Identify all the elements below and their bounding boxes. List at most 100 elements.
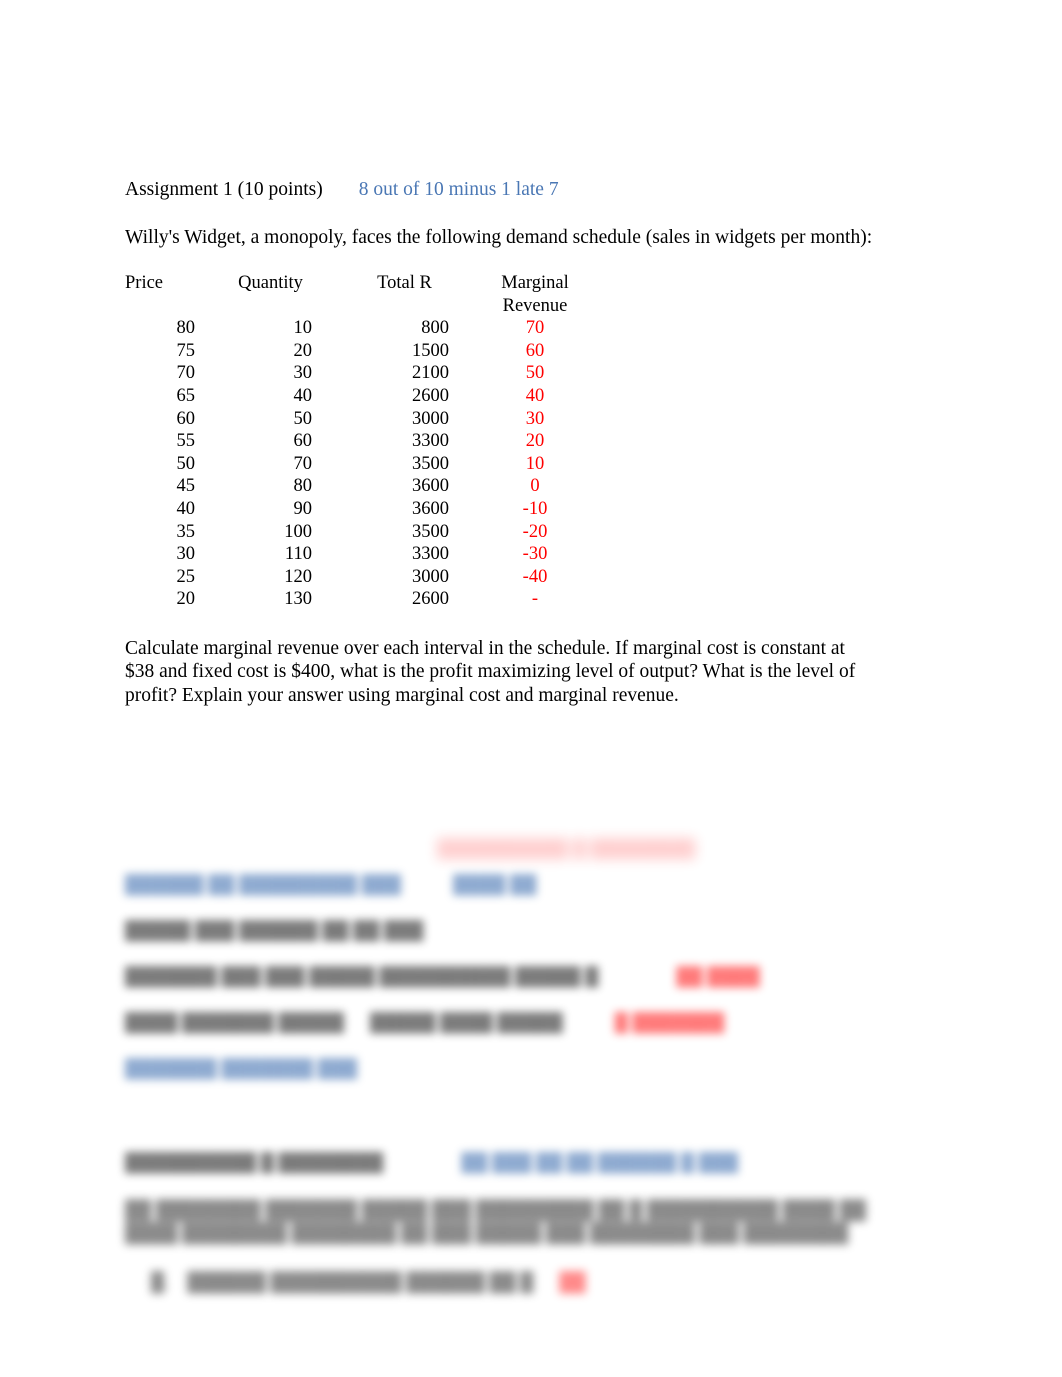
cell-quantity: 30 <box>293 363 313 384</box>
intro-paragraph: Willy's Widget, a monopoly, faces the fo… <box>125 227 873 248</box>
cell-marginal-revenue: 20 <box>525 431 545 452</box>
table-row: 60 50 3000 30 <box>125 408 595 431</box>
cell-price: 50 <box>176 453 196 474</box>
obscured-line-smudge: ██████████ █ ████████ <box>125 838 955 860</box>
cell-marginal-revenue: 30 <box>525 408 545 429</box>
cell-price: 75 <box>176 340 196 361</box>
cell-total-revenue: 3000 <box>412 566 449 587</box>
page-title: Assignment 1 (10 points) <box>125 179 323 200</box>
obscured-line-6: ██████████ █ ████████ ██ ███ ██ ██ ██████… <box>125 1152 955 1174</box>
table-row: 20 130 2600 - <box>125 588 595 611</box>
cell-marginal-revenue: 0 <box>530 476 540 497</box>
cell-total-revenue: 3600 <box>412 476 449 497</box>
cell-quantity: 110 <box>284 544 312 565</box>
column-header-total-revenue: Total R <box>377 273 432 293</box>
cell-quantity: 120 <box>284 566 312 587</box>
cell-quantity: 70 <box>293 453 313 474</box>
table-row: 35 100 3500 -20 <box>125 521 595 544</box>
obscured-text-red: ██ ████ <box>676 967 760 987</box>
obscured-text-black: █████ ███ ██████ ██ ██ ███ <box>125 921 424 941</box>
cell-marginal-revenue: -10 <box>522 498 548 519</box>
obscured-line-2: █████ ███ ██████ ██ ██ ███ <box>125 920 955 942</box>
cell-total-revenue: 1500 <box>412 340 449 361</box>
cell-total-revenue: 3300 <box>412 431 449 452</box>
cell-price: 35 <box>176 521 196 542</box>
cell-marginal-revenue: -30 <box>522 544 548 565</box>
cell-total-revenue: 2100 <box>412 363 449 384</box>
obscured-list-item: █. ██████ ██████████ ██████ ██ █ ██ <box>125 1272 955 1295</box>
cell-quantity: 90 <box>293 498 313 519</box>
table-row: 75 20 1500 60 <box>125 340 595 363</box>
table-row: 65 40 2600 40 <box>125 385 595 408</box>
obscured-region: ██████████ █ ████████ ██████ ██ ████████… <box>125 838 955 1295</box>
demand-schedule-table: Price Quantity Total R Marginal Revenue … <box>125 272 595 611</box>
table-row: 25 120 3000 -40 <box>125 566 595 589</box>
cell-marginal-revenue: -40 <box>522 566 548 587</box>
cell-marginal-revenue: 60 <box>525 340 545 361</box>
cell-price: 40 <box>176 498 196 519</box>
obscured-line-5: ███████ ███████ ███ <box>125 1058 955 1080</box>
cell-quantity: 60 <box>293 431 313 452</box>
document-page: Assignment 1 (10 points) 8 out of 10 minu… <box>0 0 1062 1377</box>
column-header-price: Price <box>125 273 164 293</box>
cell-total-revenue: 3500 <box>412 453 449 474</box>
obscured-line-4: ████ ███████ █████ █████ ████ █████ █ ████… <box>125 1012 955 1034</box>
obscured-text-blue: ██ ███ ██ ██ ██████ █ ███ <box>461 1153 739 1173</box>
cell-price: 60 <box>176 408 196 429</box>
cell-price: 20 <box>176 589 196 610</box>
cell-total-revenue: 3300 <box>412 544 449 565</box>
obscured-text-blue: ██████ ██ █████████ ███ <box>125 875 402 895</box>
cell-total-revenue: 2600 <box>412 385 449 406</box>
cell-quantity: 130 <box>284 589 312 610</box>
document-content: Assignment 1 (10 points) 8 out of 10 minu… <box>125 178 937 707</box>
obscured-text-red: █ ███████ <box>614 1013 725 1033</box>
obscured-smudge-text: ██████████ █ ████████ <box>437 839 696 859</box>
cell-price: 70 <box>176 363 196 384</box>
cell-total-revenue: 3500 <box>412 521 449 542</box>
cell-quantity: 20 <box>293 340 313 361</box>
grade-annotation: 8 out of 10 minus 1 late 7 <box>358 179 559 200</box>
cell-price: 45 <box>176 476 196 497</box>
table-row: 70 30 2100 50 <box>125 362 595 385</box>
table-row: 80 10 800 70 <box>125 317 595 340</box>
obscured-text-black: ███████ ███ ███ █████ ██████████ █████ █ <box>125 967 599 987</box>
cell-price: 65 <box>176 385 196 406</box>
cell-quantity: 50 <box>293 408 313 429</box>
cell-total-revenue: 3600 <box>412 498 449 519</box>
table-header-row: Price Quantity Total R Marginal Revenue <box>125 272 595 317</box>
cell-total-revenue: 3000 <box>412 408 449 429</box>
obscured-line-1: ██████ ██ █████████ ███ ████ ██ <box>125 874 955 896</box>
cell-price: 80 <box>176 318 196 339</box>
obscured-text-black-a: ████ ███████ █████ <box>125 1013 344 1033</box>
assignment-heading: Assignment 1 (10 points) 8 out of 10 minu… <box>125 178 937 202</box>
cell-marginal-revenue: 50 <box>525 363 545 384</box>
table-row: 40 90 3600 -10 <box>125 498 595 521</box>
table-row: 45 80 3600 0 <box>125 475 595 498</box>
table-row: 30 110 3300 -30 <box>125 543 595 566</box>
cell-price: 25 <box>176 566 196 587</box>
obscured-text-blue-tail: ████ ██ <box>453 875 537 895</box>
cell-quantity: 10 <box>293 318 313 339</box>
cell-quantity: 40 <box>293 385 313 406</box>
obscured-line-3: ███████ ███ ███ █████ ██████████ █████ █… <box>125 966 955 988</box>
obscured-list-item-answer: ██ <box>559 1273 586 1293</box>
table-row: 50 70 3500 10 <box>125 453 595 476</box>
cell-total-revenue: 2600 <box>412 589 449 610</box>
cell-quantity: 80 <box>293 476 313 497</box>
cell-marginal-revenue: 70 <box>525 318 545 339</box>
cell-marginal-revenue: -20 <box>522 521 548 542</box>
obscured-list-item-text: █. ██████ ██████████ ██████ ██ █ <box>151 1273 534 1293</box>
question-paragraph: Calculate marginal revenue over each int… <box>125 637 856 706</box>
table-body: 80 10 800 70 75 20 1500 60 70 30 2100 50 <box>125 317 595 611</box>
obscured-text-black: ██████████ █ ████████ <box>125 1153 384 1173</box>
obscured-text-blue: ███████ ███████ ███ <box>125 1059 358 1079</box>
obscured-paragraph: ██ ████████ ███████ █████ ███ █████████ … <box>125 1201 866 1244</box>
table-row: 55 60 3300 20 <box>125 430 595 453</box>
cell-price: 55 <box>176 431 196 452</box>
cell-price: 30 <box>176 544 196 565</box>
column-header-marginal-revenue: Marginal Revenue <box>501 273 569 316</box>
cell-marginal-revenue: 40 <box>525 385 545 406</box>
obscured-text-black-b: █████ ████ █████ <box>369 1013 563 1033</box>
cell-marginal-revenue: - <box>531 589 539 610</box>
cell-marginal-revenue: 10 <box>525 453 545 474</box>
